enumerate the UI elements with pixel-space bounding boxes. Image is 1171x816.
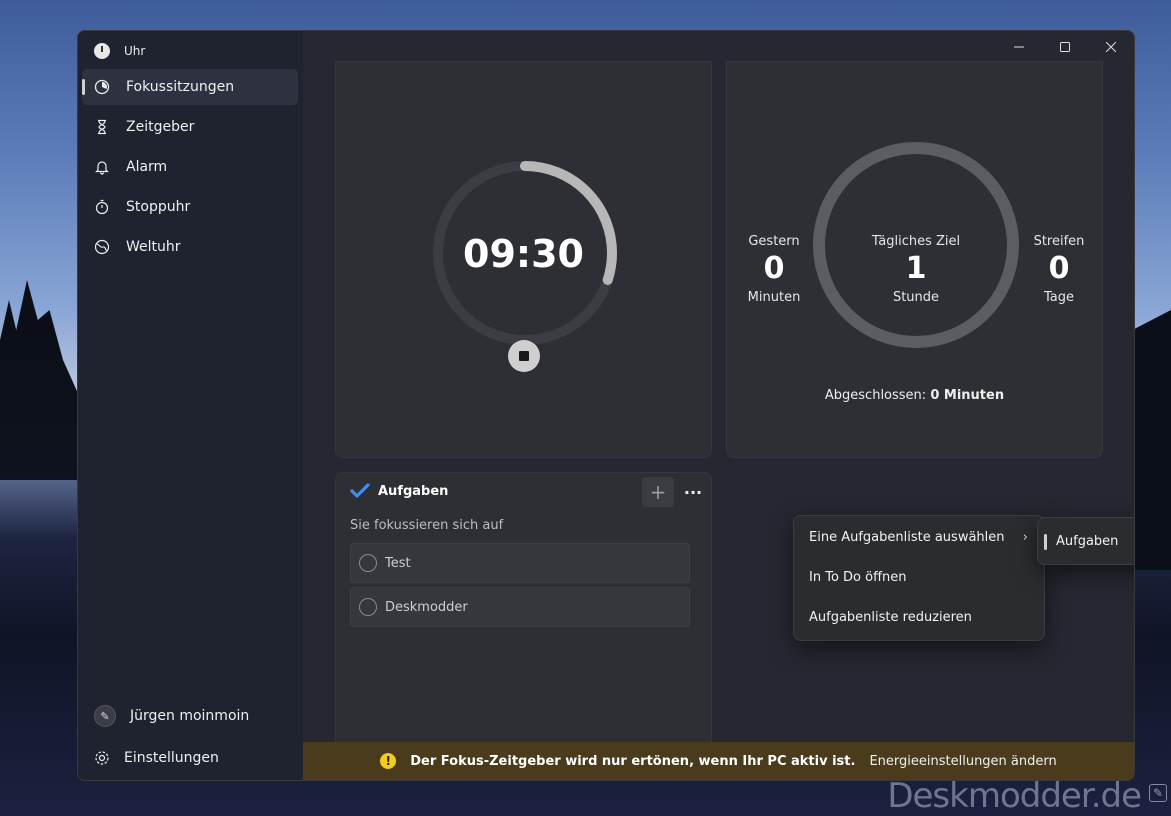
daily-progress-card: Gestern 0 Minuten Tägliches Ziel 1 Stund… xyxy=(726,61,1103,458)
tasks-card: Aufgaben + ··· Sie fokussieren sich auf … xyxy=(335,472,712,762)
stopwatch-icon xyxy=(94,199,110,215)
avatar: ✎ xyxy=(94,705,116,727)
stop-icon xyxy=(519,351,529,361)
sidebar-item-label: Zeitgeber xyxy=(126,119,195,135)
clock-window: Uhr Fokussitzungen Zeitgeber Alarm Stopp… xyxy=(77,30,1135,781)
tasks-context-menu: Eine Aufgabenliste auswählen › In To Do … xyxy=(793,515,1045,641)
stat-yesterday: Gestern 0 Minuten xyxy=(737,234,811,305)
task-list-submenu[interactable]: Aufgaben xyxy=(1037,517,1134,565)
sidebar-item-alarm[interactable]: Alarm xyxy=(82,149,298,185)
sidebar-item-weltuhr[interactable]: Weltuhr xyxy=(82,229,298,265)
settings-label: Einstellungen xyxy=(124,750,219,766)
completed-value: 0 Minuten xyxy=(930,388,1005,403)
stat-streak: Streifen 0 Tage xyxy=(1022,234,1096,305)
settings-button[interactable]: Einstellungen xyxy=(82,740,298,776)
close-icon xyxy=(1106,42,1116,52)
watermark-icon: ✎ xyxy=(1149,784,1167,802)
watermark: Deskmodder.de xyxy=(887,776,1142,816)
globe-icon xyxy=(94,239,110,255)
focus-timer-card: 09:30 xyxy=(335,61,712,458)
hourglass-icon xyxy=(94,119,110,135)
clock-app-icon xyxy=(94,43,110,59)
plus-icon: + xyxy=(649,480,667,504)
gear-icon xyxy=(94,750,110,766)
stat-daily-goal[interactable]: Tägliches Ziel 1 Stunde xyxy=(846,234,986,305)
stat-value: 0 xyxy=(1048,251,1070,286)
stat-unit: Stunde xyxy=(892,290,940,305)
timer-display: 09:30 xyxy=(463,232,584,276)
maximize-button[interactable] xyxy=(1042,31,1088,63)
minimize-button[interactable] xyxy=(996,31,1042,63)
more-options-button[interactable]: ··· xyxy=(677,477,709,507)
main-content: 09:30 Gestern 0 Minuten Tägliches Ziel 1… xyxy=(303,31,1134,780)
chevron-right-icon: › xyxy=(1022,530,1028,545)
stat-label: Tägliches Ziel xyxy=(871,234,961,249)
task-checkbox[interactable] xyxy=(359,598,377,616)
bell-icon xyxy=(94,159,110,175)
stat-unit: Minuten xyxy=(747,290,801,305)
user-account[interactable]: ✎ Jürgen moinmoin xyxy=(82,698,298,734)
add-task-button[interactable]: + xyxy=(642,477,674,507)
energy-settings-link[interactable]: Energieeinstellungen ändern xyxy=(869,754,1056,769)
stat-unit: Tage xyxy=(1043,290,1074,305)
user-name: Jürgen moinmoin xyxy=(130,708,250,724)
completed-summary: Abgeschlossen: 0 Minuten xyxy=(727,388,1102,403)
warning-icon: ! xyxy=(380,753,397,769)
tasks-title: Aufgaben xyxy=(378,483,449,499)
close-button[interactable] xyxy=(1088,31,1134,63)
app-title: Uhr xyxy=(124,44,146,58)
stop-button[interactable] xyxy=(508,340,540,372)
task-label: Test xyxy=(385,555,411,571)
menu-item-select-list[interactable]: Eine Aufgabenliste auswählen xyxy=(809,530,1005,545)
completed-label: Abgeschlossen: xyxy=(824,388,927,403)
submenu-item-aufgaben[interactable]: Aufgaben xyxy=(1056,534,1118,549)
tasks-header: Aufgaben xyxy=(350,483,448,499)
sidebar-item-fokussitzungen[interactable]: Fokussitzungen xyxy=(82,69,298,105)
sidebar-item-label: Weltuhr xyxy=(126,239,181,255)
task-label: Deskmodder xyxy=(385,599,468,615)
window-controls xyxy=(996,31,1134,63)
tasks-subtitle: Sie fokussieren sich auf xyxy=(350,518,504,533)
stat-value: 0 xyxy=(763,251,785,286)
stat-value: 1 xyxy=(905,251,927,286)
more-icon: ··· xyxy=(683,482,703,502)
stat-label: Streifen xyxy=(1033,234,1085,249)
focus-icon xyxy=(94,79,110,95)
task-item[interactable]: Test xyxy=(350,543,690,583)
todo-check-icon xyxy=(350,483,370,498)
app-title-bar: Uhr xyxy=(94,41,145,61)
task-checkbox[interactable] xyxy=(359,554,377,572)
maximize-icon xyxy=(1060,42,1070,52)
task-item[interactable]: Deskmodder xyxy=(350,587,690,627)
sidebar-item-stoppuhr[interactable]: Stoppuhr xyxy=(82,189,298,225)
sidebar: Uhr Fokussitzungen Zeitgeber Alarm Stopp… xyxy=(78,31,303,780)
minimize-icon xyxy=(1014,46,1024,48)
sidebar-item-label: Stoppuhr xyxy=(126,199,191,215)
menu-item-collapse-list[interactable]: Aufgabenliste reduzieren xyxy=(809,610,972,625)
power-warning-banner: ! Der Fokus-Zeitgeber wird nur ertönen, … xyxy=(303,742,1134,780)
sidebar-item-label: Alarm xyxy=(126,159,168,175)
stat-label: Gestern xyxy=(748,234,800,249)
sidebar-item-zeitgeber[interactable]: Zeitgeber xyxy=(82,109,298,145)
banner-message: Der Fokus-Zeitgeber wird nur ertönen, we… xyxy=(410,753,856,769)
menu-item-open-todo[interactable]: In To Do öffnen xyxy=(809,570,907,585)
sidebar-item-label: Fokussitzungen xyxy=(126,79,235,95)
